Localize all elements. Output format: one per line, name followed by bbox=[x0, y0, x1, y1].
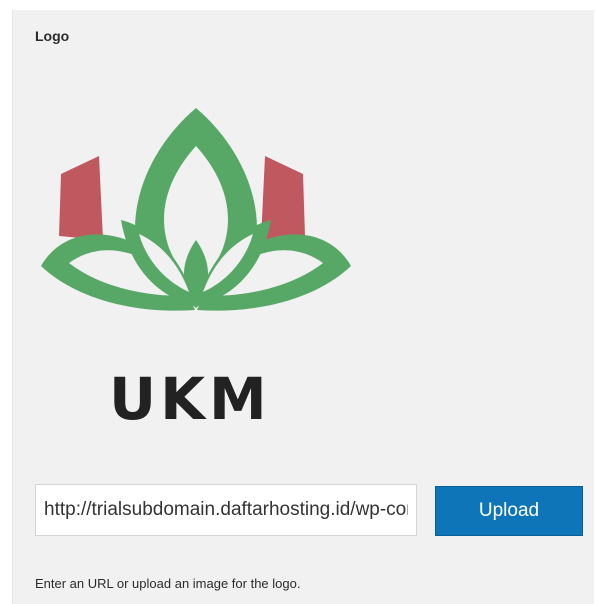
upload-button[interactable]: Upload bbox=[435, 486, 583, 536]
logo-preview: UKM bbox=[41, 108, 351, 468]
logo-url-input[interactable] bbox=[35, 484, 417, 536]
help-text: Enter an URL or upload an image for the … bbox=[35, 576, 301, 591]
section-title: Logo bbox=[35, 28, 70, 44]
logo-wordmark: UKM bbox=[109, 365, 271, 433]
logo-settings-panel: Logo UKM Upload Enter an URL bbox=[12, 10, 594, 604]
left-red-petal bbox=[59, 156, 103, 240]
lotus-logo-icon bbox=[41, 108, 351, 311]
